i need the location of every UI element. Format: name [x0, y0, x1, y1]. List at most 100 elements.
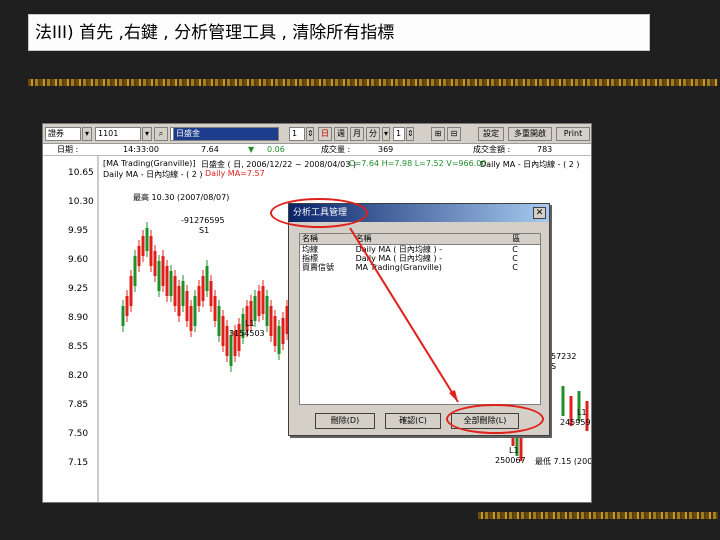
- price-value: 7.64: [201, 145, 219, 154]
- candle-body: [209, 281, 213, 306]
- delete-button[interactable]: 刪除(D): [315, 413, 375, 429]
- list-item[interactable]: 均線 Daily MA ( 日內均線 ) - C: [300, 245, 540, 254]
- annotation-s1: S1: [199, 226, 210, 235]
- change-value: 0.06: [267, 145, 285, 154]
- highlight-oval-delete-all: [446, 404, 544, 434]
- decorative-band-top: [28, 79, 718, 86]
- candle-body: [181, 281, 185, 306]
- market-dropdown-icon[interactable]: ▾: [82, 127, 92, 141]
- candle-body: [261, 286, 265, 314]
- candle-body: [193, 296, 197, 326]
- code-dropdown-icon[interactable]: ▾: [142, 127, 152, 141]
- candle-body: [121, 306, 125, 326]
- candle-body: [561, 386, 565, 416]
- indicator-list[interactable]: 名稱 名稱 區 均線 Daily MA ( 日內均線 ) - C 指標 Dail…: [299, 233, 541, 405]
- y-tick-label: 10.30: [68, 197, 94, 207]
- print-button[interactable]: Print: [556, 127, 590, 141]
- market-select[interactable]: 證券: [45, 127, 81, 141]
- candle-body: [205, 266, 209, 291]
- annotation-right-volume: 57232: [551, 352, 577, 361]
- legend-ma-line2: Daily MA - 日內均線 - ( 2 ): [103, 170, 203, 179]
- candle-body: [173, 276, 177, 306]
- date-label: 日期 :: [57, 145, 79, 154]
- list-header: 名稱 名稱 區: [300, 234, 540, 245]
- candle-body: [189, 306, 193, 331]
- week-button[interactable]: 週: [334, 127, 348, 141]
- candle-body: [281, 318, 285, 344]
- y-tick-label: 7.85: [68, 400, 89, 410]
- peak-label: 最高 10.30 (2007/08/07): [133, 193, 230, 202]
- candle-body: [213, 296, 217, 321]
- y-tick-label: 9.95: [68, 226, 89, 236]
- annotation-l1-left-volume: 3154503: [229, 329, 265, 338]
- annotation-bottom-volume: 250067: [495, 456, 526, 465]
- stock-name-combo[interactable]: 日盛金: [173, 127, 279, 141]
- settings-button[interactable]: 設定: [478, 127, 504, 141]
- count-input[interactable]: 1: [393, 127, 405, 141]
- multi-open-button[interactable]: 多重開啟: [508, 127, 552, 141]
- candle-body: [257, 291, 261, 316]
- minute-dropdown-icon[interactable]: ▾: [382, 127, 390, 141]
- confirm-button[interactable]: 確認(C): [385, 413, 441, 429]
- column-header-name[interactable]: 名稱: [354, 234, 511, 244]
- search-icon[interactable]: ⌕: [154, 127, 168, 141]
- candle-body: [161, 256, 165, 286]
- y-tick-label: 8.90: [68, 313, 89, 323]
- legend-ohlc: C=7.64 H=7.98 L=7.52 V=966.00: [349, 159, 487, 168]
- candle-body: [133, 256, 137, 286]
- down-arrow-icon: ▼: [248, 145, 255, 154]
- legend-strategy: [MA Trading(Granville)]: [103, 159, 196, 168]
- decorative-band-bottom: [478, 512, 718, 519]
- candle-body: [217, 306, 221, 336]
- period-spin-icon[interactable]: ⇕: [306, 127, 314, 141]
- period-input[interactable]: 1: [289, 127, 305, 141]
- stock-code-input[interactable]: 1101: [95, 127, 141, 141]
- close-icon[interactable]: ✕: [533, 207, 546, 219]
- amount-label: 成交金額 :: [473, 145, 511, 154]
- y-tick-label: 9.25: [68, 284, 89, 294]
- month-button[interactable]: 月: [350, 127, 364, 141]
- annotation-bottom-l1: L1: [509, 446, 519, 455]
- y-tick-label: 9.60: [68, 255, 89, 265]
- y-tick-label: 8.55: [68, 342, 89, 352]
- minute-button[interactable]: 分: [366, 127, 380, 141]
- annotation-right-s: S: [551, 362, 557, 371]
- candle-body: [229, 336, 233, 366]
- annotation-l1-right: L1: [577, 408, 587, 417]
- annotation-top-volume: -91276595: [181, 216, 225, 225]
- candle-body: [273, 316, 277, 346]
- candle-body: [201, 276, 205, 301]
- count-spin-icon[interactable]: ⇕: [406, 127, 414, 141]
- column-header-category[interactable]: 名稱: [300, 234, 354, 244]
- compare-button-b[interactable]: ⊟: [447, 127, 461, 141]
- analysis-tool-manager-dialog[interactable]: 分析工具管理 ✕ 名稱 名稱 區 均線 Daily MA ( 日內均線 ) - …: [288, 203, 550, 436]
- list-item[interactable]: 指標 Daily MA ( 日內均線 ) - C: [300, 254, 540, 263]
- candle-body: [153, 251, 157, 276]
- compare-button-a[interactable]: ⊞: [431, 127, 445, 141]
- legend-ma-title: Daily MA - 日內均線 - ( 2 ): [480, 160, 580, 169]
- candle-body: [177, 286, 181, 316]
- highlight-oval-title: [270, 198, 368, 228]
- candle-body: [197, 286, 201, 306]
- column-header-region[interactable]: 區: [510, 234, 540, 244]
- time-value: 14:33:00: [123, 145, 159, 154]
- slide-title: 法III) 首先 ,右鍵 , 分析管理工具 , 清除所有指標: [28, 14, 650, 51]
- volume-value: 369: [378, 145, 394, 154]
- list-item[interactable]: 買賣信號 MA Trading(Granville) C: [300, 263, 540, 272]
- day-button[interactable]: 日: [318, 127, 332, 141]
- amount-value: 783: [537, 145, 553, 154]
- candle-body: [265, 296, 269, 326]
- candle-body: [125, 296, 129, 316]
- candle-body: [137, 246, 141, 266]
- candle-body: [185, 291, 189, 321]
- candle-body: [169, 271, 173, 296]
- candle-body: [157, 261, 161, 291]
- y-tick-label: 7.50: [68, 429, 89, 439]
- y-tick-label: 8.20: [68, 371, 89, 381]
- legend-ma-value: Daily MA=7.57: [205, 169, 265, 178]
- candle-body: [277, 326, 281, 354]
- candle-body: [129, 276, 133, 306]
- annotation-bottom-low: 最低 7.15 (2008/0: [535, 457, 592, 466]
- y-tick-label: 7.15: [68, 458, 89, 468]
- annotation-l1-right-volume: 2459593: [560, 418, 591, 427]
